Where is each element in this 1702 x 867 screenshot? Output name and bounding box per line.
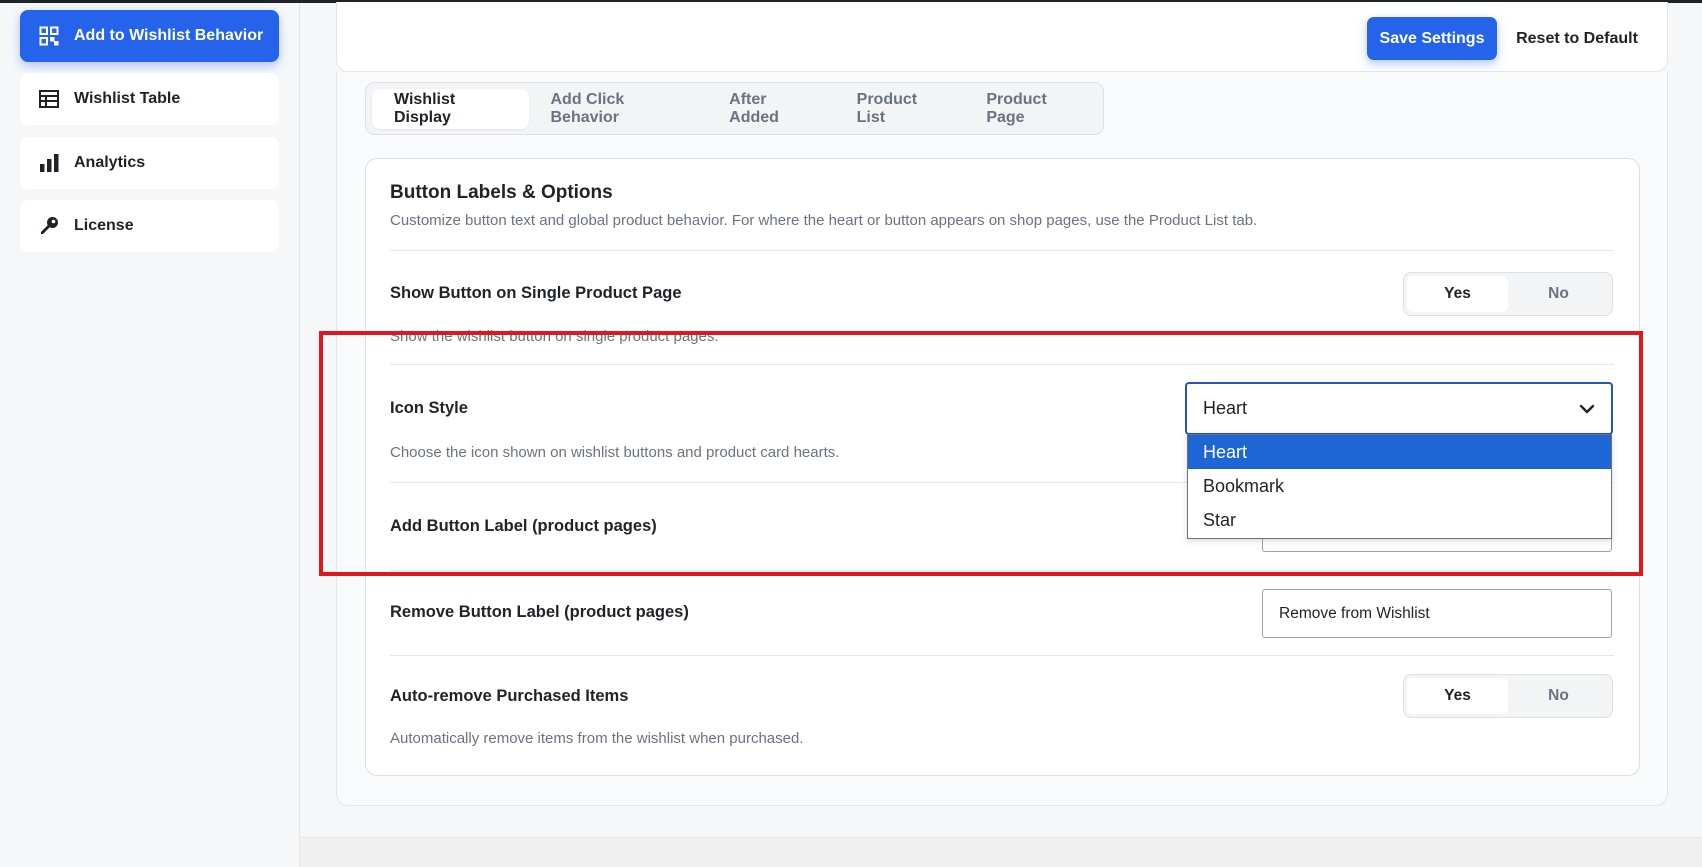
sidebar-item-license[interactable]: License: [20, 200, 279, 252]
divider: [390, 250, 1614, 251]
divider: [390, 364, 1614, 365]
chevron-down-icon: [1577, 399, 1597, 419]
bar-chart-icon: [38, 152, 60, 174]
icon-style-option-heart[interactable]: Heart: [1188, 435, 1611, 469]
icon-style-selected-value: Heart: [1203, 398, 1248, 418]
show-button-description: Show the wishlist button on single produ…: [390, 328, 719, 345]
sidebar: Add to Wishlist Behavior Wishlist Table …: [0, 3, 300, 867]
auto-remove-no[interactable]: No: [1508, 678, 1609, 714]
icon-style-option-star[interactable]: Star: [1188, 503, 1611, 537]
grid-icon: [38, 25, 60, 47]
tab-after-added[interactable]: After Added: [707, 89, 835, 129]
auto-remove-description: Automatically remove items from the wish…: [390, 730, 804, 747]
sidebar-item-label: Wishlist Table: [74, 90, 181, 107]
section-description: Customize button text and global product…: [390, 212, 1258, 229]
remove-button-label: Remove Button Label (product pages): [390, 603, 689, 621]
auto-remove-label: Auto-remove Purchased Items: [390, 687, 629, 705]
icon-style-option-bookmark[interactable]: Bookmark: [1188, 469, 1611, 503]
icon-style-label: Icon Style: [390, 399, 468, 417]
section-title: Button Labels & Options: [390, 182, 613, 203]
save-settings-button[interactable]: Save Settings: [1367, 17, 1497, 60]
key-icon: [38, 215, 60, 237]
footer-band: [300, 837, 1702, 867]
tab-bar: Wishlist Display Add Click Behavior Afte…: [365, 82, 1104, 135]
icon-style-description: Choose the icon shown on wishlist button…: [390, 444, 840, 461]
sidebar-item-label: Add to Wishlist Behavior: [74, 27, 264, 44]
auto-remove-toggle: Yes No: [1403, 674, 1613, 718]
tab-add-click-behavior[interactable]: Add Click Behavior: [529, 89, 708, 129]
sidebar-item-wishlist-table[interactable]: Wishlist Table: [20, 73, 279, 125]
sidebar-item-label: License: [74, 217, 134, 234]
auto-remove-yes[interactable]: Yes: [1407, 678, 1508, 714]
divider: [390, 655, 1614, 656]
reset-to-default-button[interactable]: Reset to Default: [1505, 17, 1649, 60]
tab-wishlist-display[interactable]: Wishlist Display: [372, 88, 529, 129]
show-button-label: Show Button on Single Product Page: [390, 284, 682, 302]
sidebar-item-analytics[interactable]: Analytics: [20, 137, 279, 189]
table-icon: [38, 88, 60, 110]
show-button-toggle: Yes No: [1403, 272, 1613, 316]
remove-button-label-input[interactable]: [1262, 589, 1612, 638]
sidebar-item-add-to-wishlist-behavior[interactable]: Add to Wishlist Behavior: [20, 10, 279, 62]
tab-product-list[interactable]: Product List: [835, 89, 965, 129]
show-button-yes[interactable]: Yes: [1407, 276, 1508, 312]
divider: [390, 570, 1614, 571]
icon-style-select[interactable]: Heart: [1185, 382, 1613, 435]
tab-product-page[interactable]: Product Page: [964, 89, 1103, 129]
add-button-label: Add Button Label (product pages): [390, 517, 657, 535]
show-button-no[interactable]: No: [1508, 276, 1609, 312]
icon-style-dropdown: Heart Bookmark Star: [1187, 434, 1612, 539]
sidebar-item-label: Analytics: [74, 154, 146, 171]
